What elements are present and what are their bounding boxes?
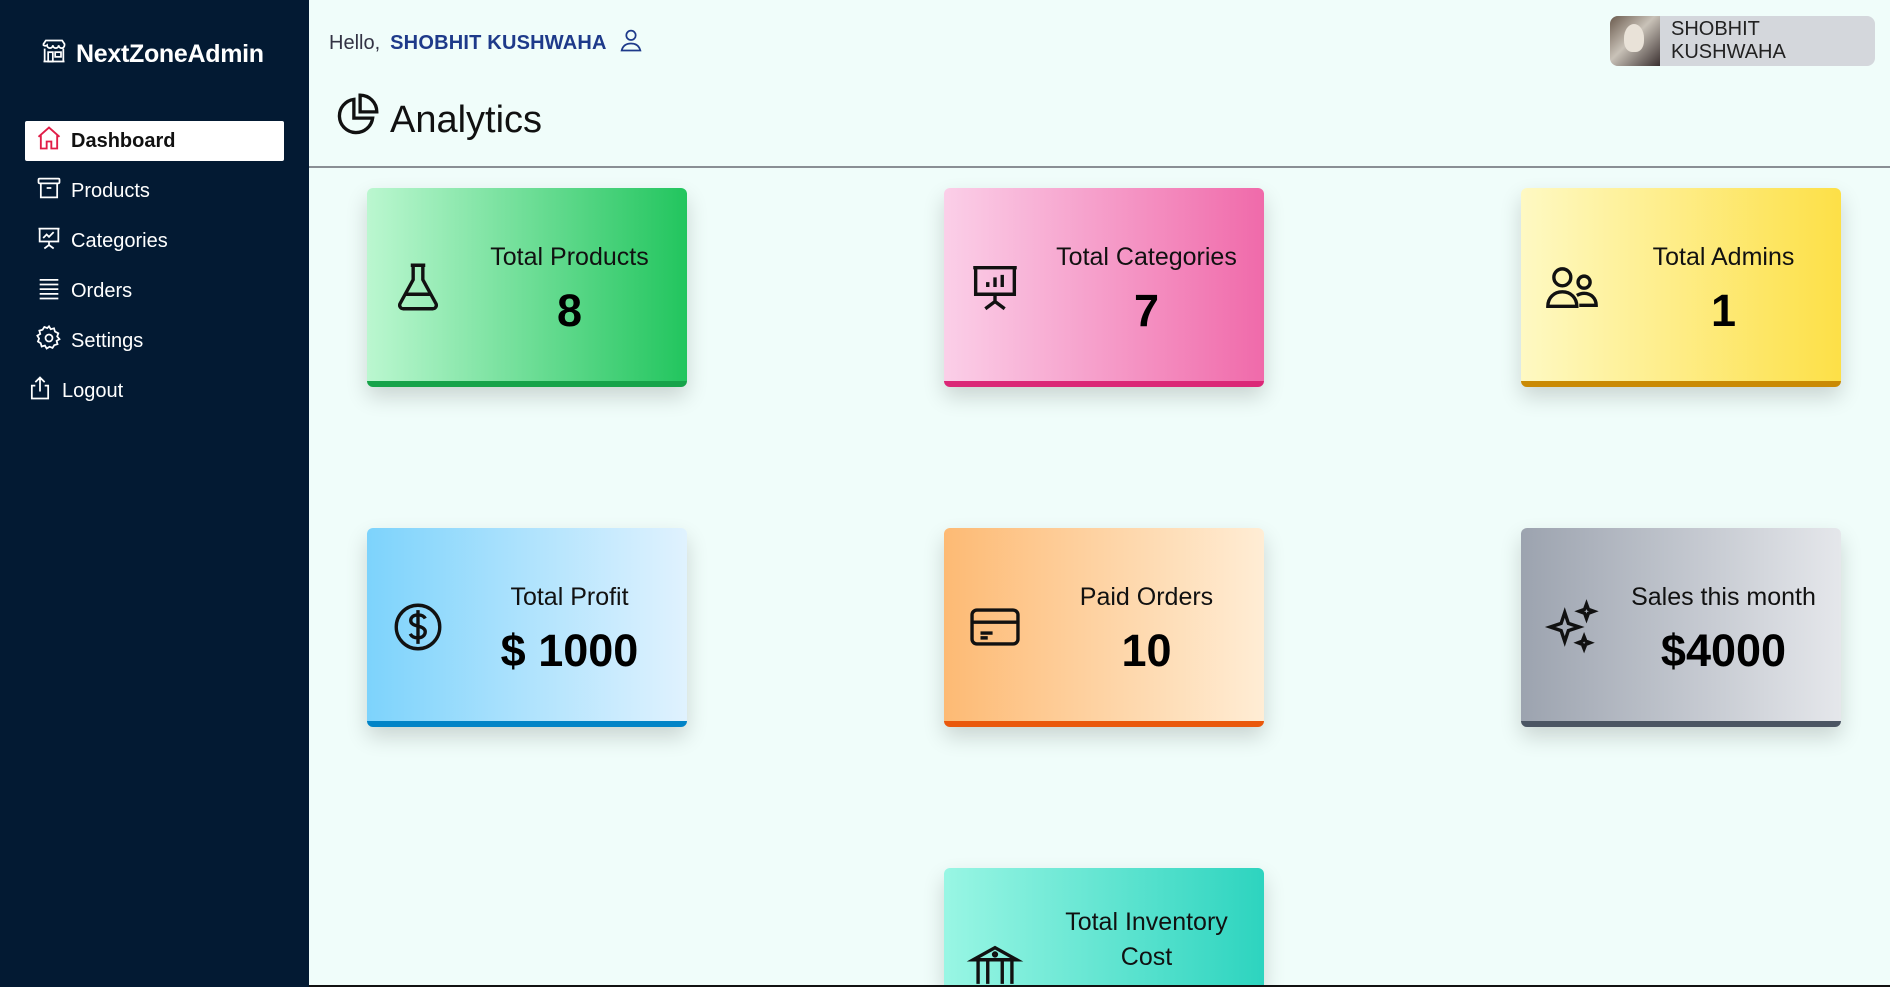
user-icon[interactable] xyxy=(617,26,645,60)
greeting-username: SHOBHIT KUSHWAHA xyxy=(390,31,607,54)
beaker-icon xyxy=(389,258,447,316)
sidebar-item-categories[interactable]: Categories xyxy=(25,221,284,261)
stat-card-total-profit[interactable]: Total Profit $ 1000 xyxy=(367,528,687,727)
presentation-chart-icon xyxy=(966,258,1024,316)
share-upload-icon xyxy=(26,374,54,408)
sidebar-item-products[interactable]: Products xyxy=(25,171,284,211)
avatar xyxy=(1610,16,1660,66)
bank-icon xyxy=(966,938,1024,987)
profile-name: SHOBHIT KUSHWAHA xyxy=(1671,18,1786,63)
sidebar-item-label: Settings xyxy=(71,329,144,352)
stat-card-total-inventory-cost[interactable]: Total Inventory Cost xyxy=(944,868,1264,987)
stat-card-total-products[interactable]: Total Products 8 xyxy=(367,188,687,387)
card-value: 1 xyxy=(1710,285,1737,336)
pie-chart-icon xyxy=(332,90,382,150)
greeting: Hello, SHOBHIT KUSHWAHA xyxy=(329,26,645,60)
page-title-text: Analytics xyxy=(390,98,543,141)
sidebar-item-label: Logout xyxy=(62,379,124,402)
stat-card-sales-this-month[interactable]: Sales this month $4000 xyxy=(1521,528,1841,727)
list-icon xyxy=(35,274,63,308)
archive-box-icon xyxy=(35,174,63,208)
credit-card-icon xyxy=(966,598,1024,656)
card-title: Total Admins xyxy=(1652,243,1795,271)
card-value: 7 xyxy=(1133,285,1160,336)
card-value: 10 xyxy=(1121,625,1172,676)
sidebar: NextZoneAdmin Dashboard Products Categor… xyxy=(0,0,309,987)
card-value: $4000 xyxy=(1660,625,1787,676)
card-title: Total Inventory Cost xyxy=(1029,905,1264,975)
card-value: $ 1000 xyxy=(500,625,639,676)
sidebar-item-settings[interactable]: Settings xyxy=(25,321,284,361)
gear-icon xyxy=(35,324,63,358)
sidebar-item-label: Categories xyxy=(71,229,168,252)
sidebar-item-orders[interactable]: Orders xyxy=(25,271,284,311)
home-icon xyxy=(35,124,63,158)
card-title-line: Cost xyxy=(1120,943,1173,971)
sidebar-item-label: Dashboard xyxy=(71,129,176,152)
card-title: Sales this month xyxy=(1631,583,1816,611)
brand[interactable]: NextZoneAdmin xyxy=(40,37,264,72)
stat-card-paid-orders[interactable]: Paid Orders 10 xyxy=(944,528,1264,727)
card-title: Total Products xyxy=(490,243,649,271)
page-title: Analytics xyxy=(332,90,542,150)
card-title-line: Total Inventory xyxy=(1065,908,1228,936)
users-icon xyxy=(1543,258,1601,316)
sidebar-item-dashboard[interactable]: Dashboard xyxy=(25,121,284,161)
stat-card-total-admins[interactable]: Total Admins 1 xyxy=(1521,188,1841,387)
profile-menu[interactable]: SHOBHIT KUSHWAHA xyxy=(1610,16,1875,66)
storefront-icon xyxy=(40,37,68,72)
greeting-text: Hello, xyxy=(329,31,381,54)
header: Hello, SHOBHIT KUSHWAHA Analytics SHOBHI… xyxy=(309,0,1890,168)
presentation-chart-icon xyxy=(35,224,63,258)
sidebar-item-label: Orders xyxy=(71,279,133,302)
sidebar-nav: Dashboard Products Categories Orders Set… xyxy=(25,121,284,421)
card-title: Total Profit xyxy=(510,583,629,611)
sidebar-item-logout[interactable]: Logout xyxy=(25,371,284,411)
stat-card-total-categories[interactable]: Total Categories 7 xyxy=(944,188,1264,387)
sparkles-icon xyxy=(1543,598,1601,656)
card-title: Paid Orders xyxy=(1079,583,1214,611)
card-value: 8 xyxy=(556,285,583,336)
brand-name: NextZoneAdmin xyxy=(76,40,264,68)
card-title: Total Categories xyxy=(1056,243,1237,271)
dollar-circle-icon xyxy=(389,598,447,656)
sidebar-item-label: Products xyxy=(71,179,150,202)
